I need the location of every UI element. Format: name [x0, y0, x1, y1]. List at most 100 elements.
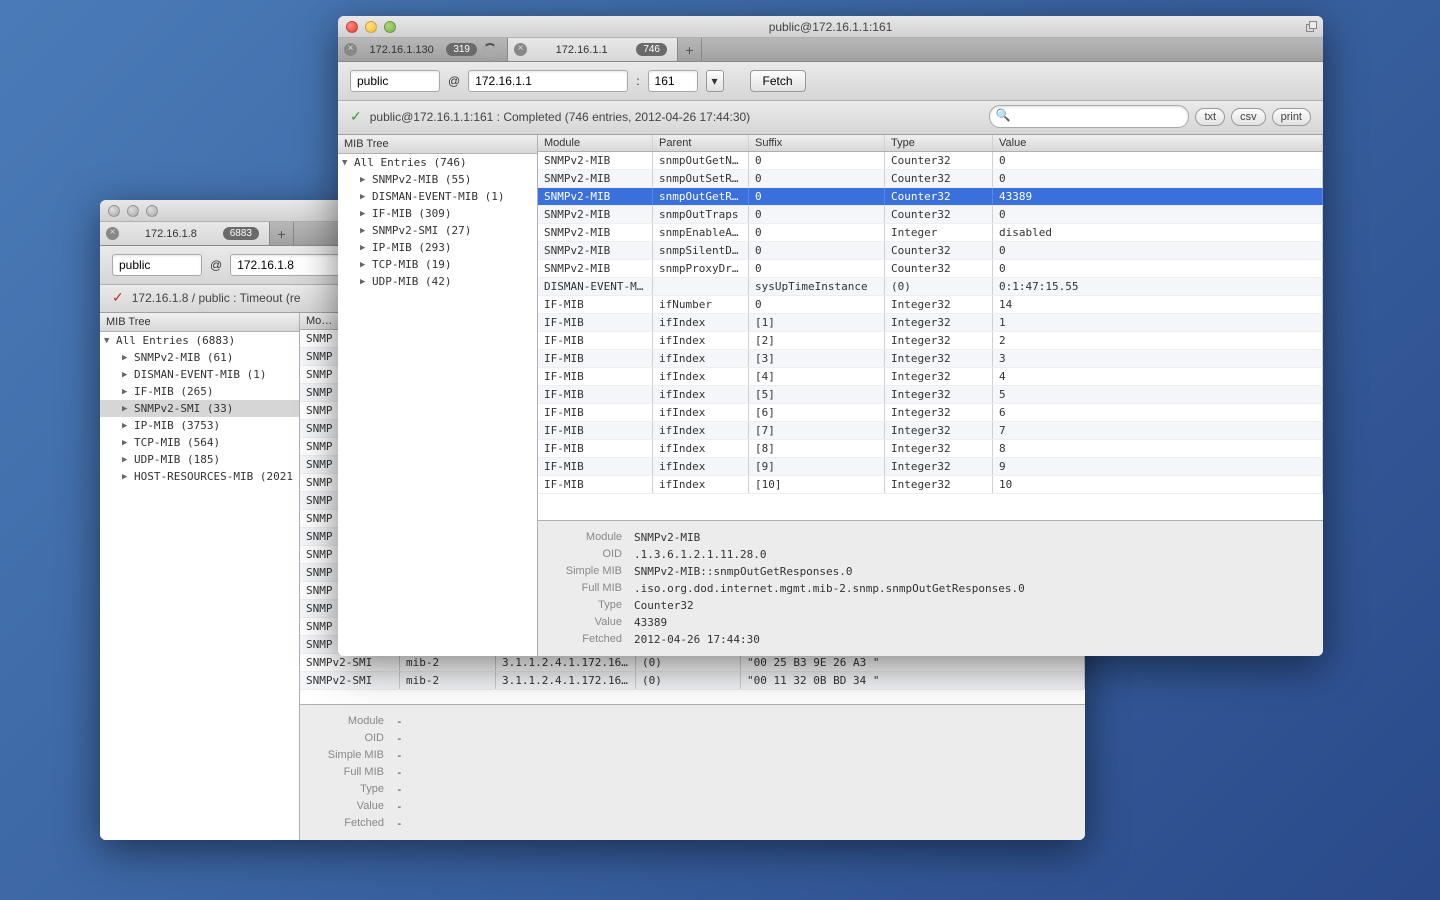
tree-item[interactable]: ▶IF-MIB (309)	[338, 205, 537, 222]
zoom-icon[interactable]	[146, 205, 158, 217]
tree-item[interactable]: ▶TCP-MIB (19)	[338, 256, 537, 273]
close-icon[interactable]	[108, 205, 120, 217]
cell-typ: Integer32	[885, 368, 993, 385]
traffic-lights	[346, 21, 396, 33]
ip-input[interactable]	[468, 70, 628, 92]
table-row[interactable]: IF-MIBifNumber0Integer3214	[538, 296, 1323, 314]
cell-val: 5	[993, 386, 1323, 403]
table-row[interactable]: SNMPv2-MIBsnmpEnableAu…0Integerdisabled	[538, 224, 1323, 242]
col-suffix[interactable]: Suffix	[749, 135, 885, 151]
tree-item[interactable]: ▶HOST-RESOURCES-MIB (2021	[100, 468, 299, 485]
community-input[interactable]	[350, 70, 440, 92]
tab-label: 172.16.1.130	[363, 44, 440, 56]
table-row[interactable]: IF-MIBifIndex[6]Integer326	[538, 404, 1323, 422]
tree-item[interactable]: ▼All Entries (6883)	[100, 332, 299, 349]
status-text: public@172.16.1.1:161 : Completed (746 e…	[370, 110, 750, 124]
cell-suf: [2]	[749, 332, 885, 349]
mib-tree-bg[interactable]: ▼All Entries (6883)▶SNMPv2-MIB (61)▶DISM…	[100, 332, 299, 840]
tree-item-label: TCP-MIB (19)	[372, 258, 451, 271]
cell-par: ifIndex	[653, 458, 749, 475]
tree-item[interactable]: ▶SNMPv2-MIB (61)	[100, 349, 299, 366]
table-row[interactable]: SNMPv2-MIBsnmpOutGetNe…0Counter320	[538, 152, 1323, 170]
close-tab-icon[interactable]: ×	[344, 43, 357, 56]
tree-item[interactable]: ▼All Entries (746)	[338, 154, 537, 171]
tab-fg-0[interactable]: × 172.16.1.130 319	[338, 38, 508, 61]
table-row[interactable]: IF-MIBifIndex[8]Integer328	[538, 440, 1323, 458]
table-row[interactable]: IF-MIBifIndex[1]Integer321	[538, 314, 1323, 332]
tab-bg-0[interactable]: × 172.16.1.8 6883	[100, 222, 270, 245]
cell-typ: Integer	[885, 224, 993, 241]
tree-item[interactable]: ▶SNMPv2-SMI (27)	[338, 222, 537, 239]
table-row[interactable]: IF-MIBifIndex[3]Integer323	[538, 350, 1323, 368]
col-module[interactable]: Module	[538, 135, 653, 151]
table-row[interactable]: DISMAN-EVENT-MIBsysUpTimeInstance(0)0:1:…	[538, 278, 1323, 296]
close-icon[interactable]	[346, 21, 358, 33]
tree-item[interactable]: ▶SNMPv2-MIB (55)	[338, 171, 537, 188]
cell-val: 0	[993, 170, 1323, 187]
table-row[interactable]: IF-MIBifIndex[7]Integer327	[538, 422, 1323, 440]
col-parent[interactable]: Parent	[653, 135, 749, 151]
titlebar-fg[interactable]: public@172.16.1.1:161	[338, 16, 1323, 38]
table-row[interactable]: SNMPv2-SMImib-23.1.1.2.4.1.172.16…(0)"00…	[300, 654, 1085, 672]
fetch-button[interactable]: Fetch	[750, 70, 806, 92]
chevron-right-icon: ▶	[122, 472, 132, 482]
tree-item[interactable]: ▶UDP-MIB (42)	[338, 273, 537, 290]
tree-item[interactable]: ▶IP-MIB (293)	[338, 239, 537, 256]
table-row[interactable]: SNMPv2-SMImib-23.1.1.2.4.1.172.16…(0)"00…	[300, 672, 1085, 690]
print-button[interactable]: print	[1272, 108, 1311, 126]
table-row[interactable]: SNMPv2-MIBsnmpOutTraps0Counter320	[538, 206, 1323, 224]
table-row[interactable]: SNMPv2-MIBsnmpProxyDro…0Counter320	[538, 260, 1323, 278]
cell-mod: SNMP	[300, 510, 340, 527]
cell-par: ifIndex	[653, 386, 749, 403]
table-row[interactable]: IF-MIBifIndex[4]Integer324	[538, 368, 1323, 386]
table-row[interactable]: SNMPv2-MIBsnmpSilentDr…0Counter320	[538, 242, 1323, 260]
minimize-icon[interactable]	[127, 205, 139, 217]
mib-tree-fg[interactable]: ▼All Entries (746)▶SNMPv2-MIB (55)▶DISMA…	[338, 154, 537, 656]
add-tab-button[interactable]: +	[678, 38, 702, 61]
zoom-icon[interactable]	[384, 21, 396, 33]
chevron-right-icon: ▶	[360, 175, 370, 185]
close-tab-icon[interactable]: ×	[106, 227, 119, 240]
port-input[interactable]	[648, 70, 698, 92]
tree-item-label: DISMAN-EVENT-MIB (1)	[134, 368, 266, 381]
table-row[interactable]: SNMPv2-MIBsnmpOutSetRe…0Counter320	[538, 170, 1323, 188]
community-input[interactable]	[112, 254, 202, 276]
col-type[interactable]: Type	[885, 135, 993, 151]
cell-par: ifIndex	[653, 476, 749, 493]
tree-item-label: SNMPv2-MIB (55)	[372, 173, 471, 186]
cell-par: mib-2	[400, 672, 496, 689]
close-tab-icon[interactable]: ×	[514, 43, 527, 56]
cell-mod: SNMPv2-MIB	[538, 242, 653, 259]
table-row[interactable]: SNMPv2-MIBsnmpOutGetRe…0Counter3243389	[538, 188, 1323, 206]
dl-type: Type	[552, 599, 622, 612]
tree-item-label: HOST-RESOURCES-MIB (2021	[134, 470, 293, 483]
table-row[interactable]: IF-MIBifIndex[9]Integer329	[538, 458, 1323, 476]
search-input[interactable]	[989, 105, 1189, 128]
cell-val: 4	[993, 368, 1323, 385]
table-row[interactable]: IF-MIBifIndex[2]Integer322	[538, 332, 1323, 350]
resize-icon[interactable]	[1306, 21, 1317, 32]
dl-full: Full MIB	[552, 582, 622, 595]
cell-val: 1	[993, 314, 1323, 331]
minimize-icon[interactable]	[365, 21, 377, 33]
table-row[interactable]: IF-MIBifIndex[10]Integer3210	[538, 476, 1323, 494]
col-value[interactable]: Value	[993, 135, 1323, 151]
tree-item[interactable]: ▶DISMAN-EVENT-MIB (1)	[100, 366, 299, 383]
tree-item[interactable]: ▶TCP-MIB (564)	[100, 434, 299, 451]
tree-item-label: IF-MIB (309)	[372, 207, 451, 220]
table-row[interactable]: IF-MIBifIndex[5]Integer325	[538, 386, 1323, 404]
cell-val: 9	[993, 458, 1323, 475]
dl-fetched: Fetched	[552, 633, 622, 646]
tree-item[interactable]: ▶SNMPv2-SMI (33)	[100, 400, 299, 417]
export-csv-button[interactable]: csv	[1231, 108, 1266, 126]
port-dropdown-button[interactable]: ▾	[706, 70, 724, 92]
tab-fg-1[interactable]: × 172.16.1.1 746	[508, 38, 678, 61]
tree-item[interactable]: ▶UDP-MIB (185)	[100, 451, 299, 468]
tree-item[interactable]: ▶IF-MIB (265)	[100, 383, 299, 400]
add-tab-button[interactable]: +	[270, 222, 294, 245]
tree-item[interactable]: ▶DISMAN-EVENT-MIB (1)	[338, 188, 537, 205]
data-table-fg[interactable]: Module Parent Suffix Type Value SNMPv2-M…	[538, 135, 1323, 520]
col-module[interactable]: Modu	[300, 313, 340, 329]
tree-item[interactable]: ▶IP-MIB (3753)	[100, 417, 299, 434]
export-txt-button[interactable]: txt	[1195, 108, 1225, 126]
